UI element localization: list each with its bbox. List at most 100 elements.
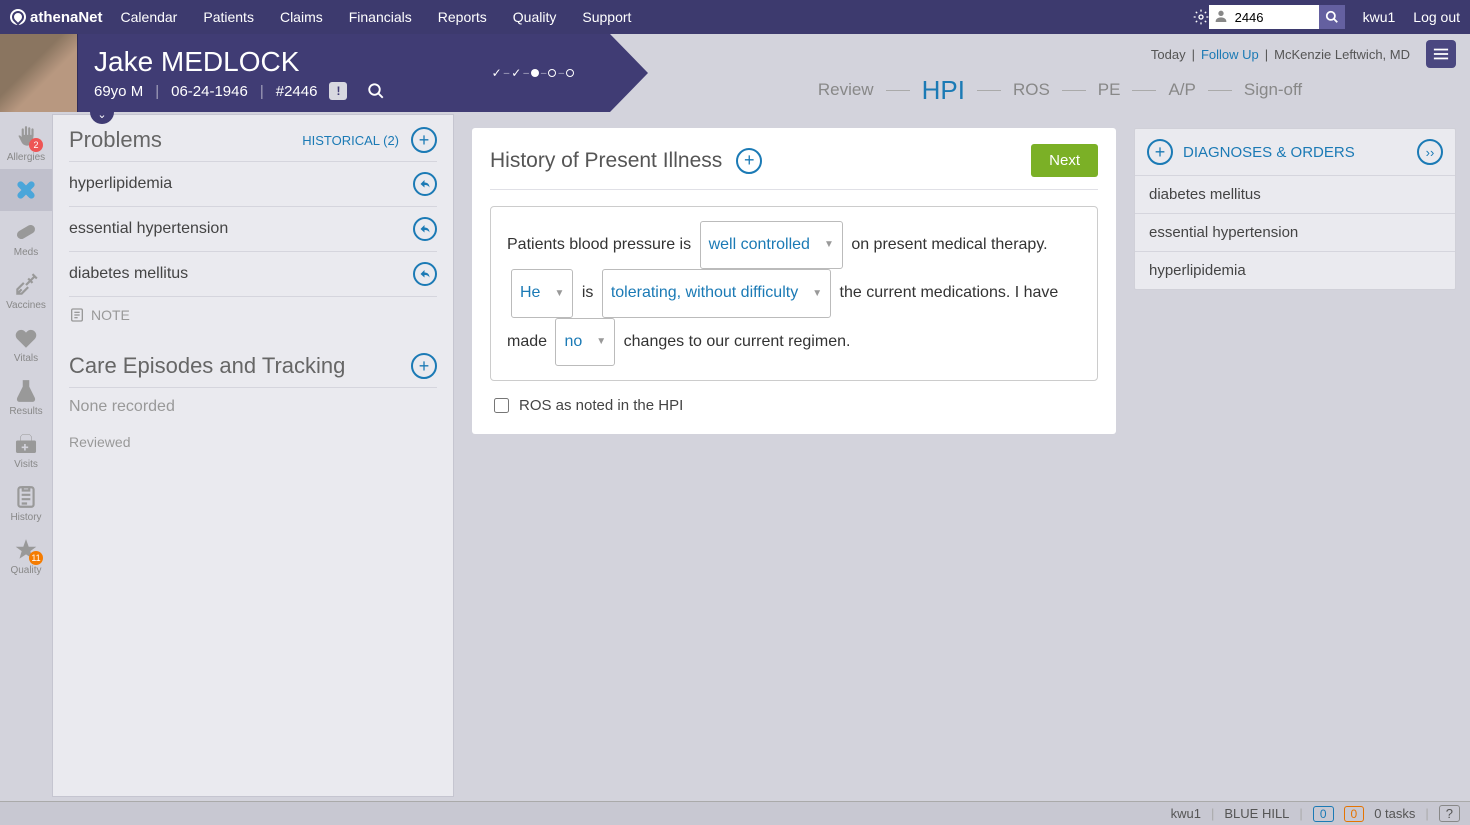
add-care-button[interactable]: + <box>411 353 437 379</box>
search-button[interactable] <box>1319 5 1345 29</box>
rail-vaccines[interactable]: Vaccines <box>0 264 52 317</box>
share-icon[interactable] <box>413 262 437 286</box>
count-orange[interactable]: 0 <box>1344 806 1365 822</box>
hpi-sentence: Patients blood pressure is well controll… <box>490 206 1098 381</box>
hand-icon: 2 <box>13 124 39 150</box>
expand-icon[interactable]: ›› <box>1417 139 1443 165</box>
rail-vitals[interactable]: Vitals <box>0 317 52 370</box>
rail-problems[interactable] <box>0 169 52 211</box>
wf-ros[interactable]: ROS <box>1005 80 1058 100</box>
problem-row[interactable]: essential hypertension <box>69 206 437 251</box>
add-diagnosis-button[interactable]: + <box>1147 139 1173 165</box>
add-hpi-button[interactable]: + <box>736 148 762 174</box>
rail-label: Vitals <box>14 353 38 364</box>
tolerating-select[interactable]: tolerating, without difficulty▼ <box>602 269 831 317</box>
problem-label: hyperlipidemia <box>69 175 172 193</box>
chevron-down-icon: ▼ <box>812 282 822 306</box>
rail-allergies[interactable]: 2 Allergies <box>0 116 52 169</box>
logout-link[interactable]: Log out <box>1413 9 1460 25</box>
nav-calendar[interactable]: Calendar <box>121 9 178 25</box>
patient-avatar[interactable] <box>0 34 78 112</box>
rail-results[interactable]: Results <box>0 370 52 423</box>
share-icon[interactable] <box>413 217 437 241</box>
rail-label: Meds <box>14 247 38 258</box>
nav-financials[interactable]: Financials <box>349 9 412 25</box>
wf-review[interactable]: Review <box>810 80 882 100</box>
note-button[interactable]: NOTE <box>69 296 437 333</box>
nav-support[interactable]: Support <box>582 9 631 25</box>
chevron-down-icon: ▼ <box>824 233 834 257</box>
chevron-down-icon: ▼ <box>554 282 564 306</box>
historical-link[interactable]: HISTORICAL (2) <box>302 133 399 148</box>
workflow-nav: Review HPI ROS PE A/P Sign-off <box>650 68 1470 112</box>
ros-checkbox-row[interactable]: ROS as noted in the HPI <box>490 397 1098 414</box>
pronoun-select[interactable]: He▼ <box>511 269 573 317</box>
changes-select[interactable]: no▼ <box>555 318 615 366</box>
wf-hpi[interactable]: HPI <box>914 75 973 106</box>
share-icon[interactable] <box>413 172 437 196</box>
user-name[interactable]: kwu1 <box>1363 9 1396 25</box>
right-panel: + DIAGNOSES & ORDERS ›› diabetes mellitu… <box>1130 112 1470 801</box>
check-icon: ✓ <box>492 66 502 80</box>
care-section: Care Episodes and Tracking + None record… <box>53 341 453 466</box>
add-problem-button[interactable]: + <box>411 127 437 153</box>
problem-row[interactable]: hyperlipidemia <box>69 161 437 206</box>
banner-right: Today | Follow Up | McKenzie Leftwich, M… <box>610 34 1470 112</box>
tasks-label[interactable]: 0 tasks <box>1374 806 1415 821</box>
visit-type-link[interactable]: Follow Up <box>1201 47 1259 62</box>
logo-icon <box>10 9 26 25</box>
nav-claims[interactable]: Claims <box>280 9 323 25</box>
menu-icon[interactable] <box>1426 40 1456 68</box>
wf-pe[interactable]: PE <box>1090 80 1129 100</box>
diagnosis-item[interactable]: essential hypertension <box>1135 214 1455 252</box>
status-location: BLUE HILL <box>1224 806 1289 821</box>
search-patient-icon[interactable] <box>367 82 385 100</box>
nav-quality[interactable]: Quality <box>513 9 557 25</box>
rail-label: History <box>10 512 41 523</box>
text: Patients blood pressure is <box>507 236 691 253</box>
left-rail: ⌄ 2 Allergies Meds Vaccines <box>0 112 52 801</box>
flask-icon <box>13 378 39 404</box>
logo[interactable]: athenaNet <box>10 9 103 26</box>
ros-checkbox[interactable] <box>494 398 509 413</box>
rail-history[interactable]: History <box>0 476 52 529</box>
status-bar: kwu1 | BLUE HILL | 0 0 0 tasks | ? <box>0 801 1470 825</box>
hpi-title: History of Present Illness <box>490 149 722 173</box>
chevron-down-icon: ▼ <box>596 330 606 354</box>
rail-quality[interactable]: 11 Quality <box>0 529 52 582</box>
bandage-icon <box>13 177 39 203</box>
bag-icon <box>13 431 39 457</box>
main: ⌄ 2 Allergies Meds Vaccines <box>0 112 1470 801</box>
problem-row[interactable]: diabetes mellitus <box>69 251 437 296</box>
problems-title: Problems <box>69 127 162 153</box>
nav-patients[interactable]: Patients <box>203 9 254 25</box>
provider-name: McKenzie Leftwich, MD <box>1274 47 1410 62</box>
nav-reports[interactable]: Reports <box>438 9 487 25</box>
rail-meds[interactable]: Meds <box>0 211 52 264</box>
problem-label: diabetes mellitus <box>69 265 188 283</box>
ros-label: ROS as noted in the HPI <box>519 397 683 414</box>
problems-section: Problems HISTORICAL (2) + hyperlipidemia… <box>53 115 453 341</box>
wf-signoff[interactable]: Sign-off <box>1236 80 1310 100</box>
patient-info: Jake MEDLOCK 69yo M | 06-24-1946 | #2446… <box>78 38 401 108</box>
dot-open-icon <box>548 69 556 77</box>
center-panel: History of Present Illness + Next Patien… <box>458 112 1130 801</box>
rail-visits[interactable]: Visits <box>0 423 52 476</box>
rail-label: Results <box>9 406 42 417</box>
rail-label: Vaccines <box>6 300 46 311</box>
diagnosis-item[interactable]: hyperlipidemia <box>1135 252 1455 289</box>
dot-open-icon <box>566 69 574 77</box>
next-button[interactable]: Next <box>1031 144 1098 177</box>
wf-ap[interactable]: A/P <box>1160 80 1203 100</box>
care-title: Care Episodes and Tracking <box>69 353 345 379</box>
diagnosis-item[interactable]: diabetes mellitus <box>1135 176 1455 214</box>
patient-dob: 06-24-1946 <box>171 83 248 100</box>
progress-indicator: ✓– ✓– – – <box>492 66 574 80</box>
count-blue[interactable]: 0 <box>1313 806 1334 822</box>
bp-control-select[interactable]: well controlled▼ <box>700 221 843 269</box>
nav-items: Calendar Patients Claims Financials Repo… <box>121 9 1181 25</box>
help-button[interactable]: ? <box>1439 805 1460 822</box>
alert-icon[interactable]: ! <box>329 82 347 100</box>
star-icon: 11 <box>13 537 39 563</box>
gear-icon[interactable] <box>1193 9 1209 25</box>
